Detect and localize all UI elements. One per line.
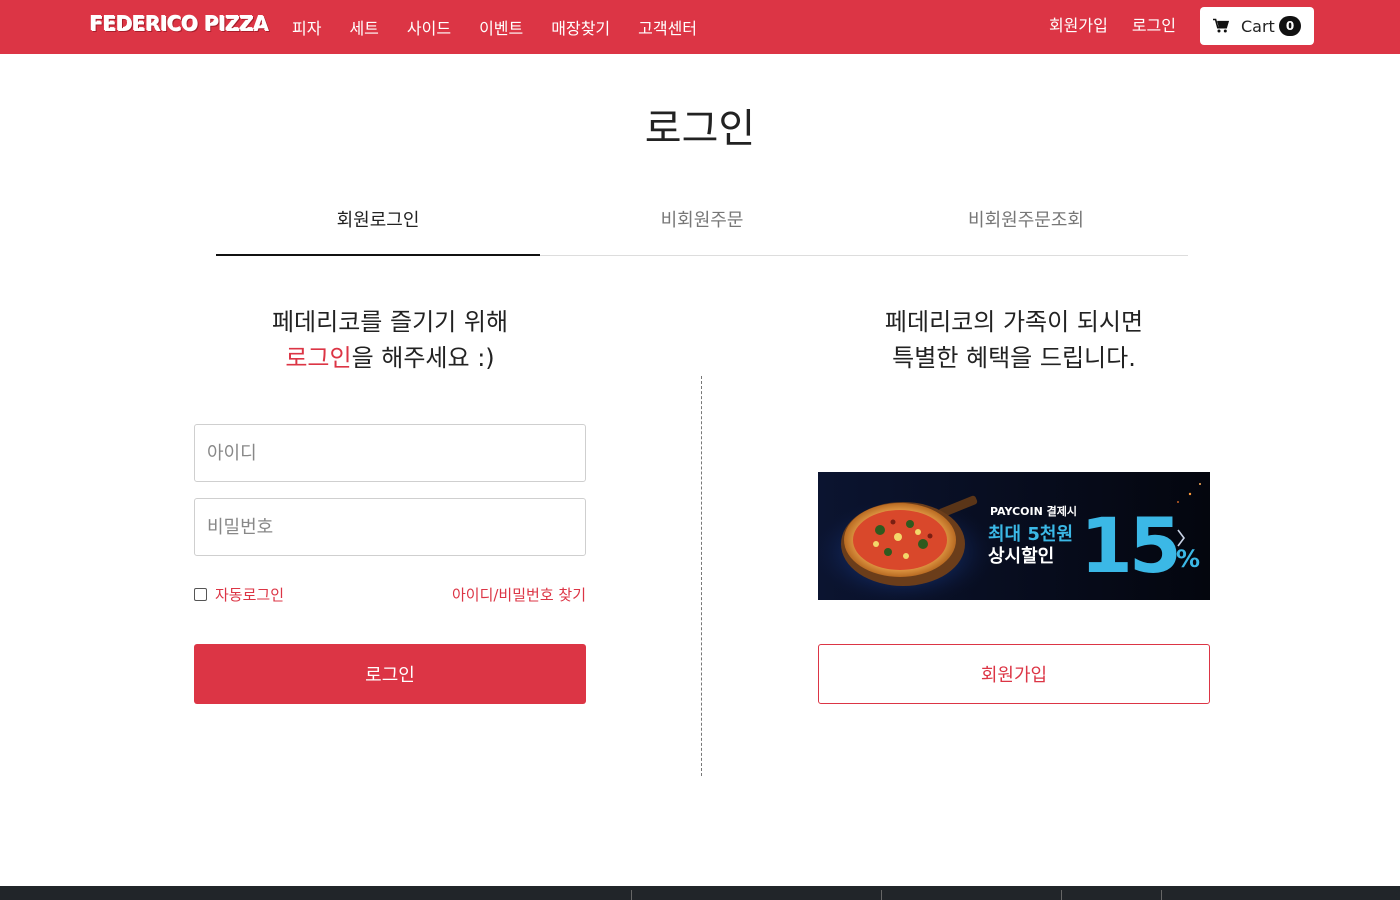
login-options-row: 자동로그인 아이디/비밀번호 찾기 <box>194 583 586 605</box>
top-navbar: FEDERICO PIZZA 피자 세트 사이드 이벤트 매장찾기 고객센터 회… <box>0 0 1400 54</box>
cart-label: Cart <box>1241 16 1275 36</box>
nav-link-customer-center[interactable]: 고객센터 <box>638 15 697 39</box>
page-title: 로그인 <box>644 106 756 152</box>
nav-link-store-finder[interactable]: 매장찾기 <box>551 15 610 39</box>
tab-member-login[interactable]: 회원로그인 <box>216 195 540 256</box>
banner-line2: 최대 5천원 <box>988 524 1073 545</box>
column-divider <box>701 376 702 776</box>
main-nav: 피자 세트 사이드 이벤트 매장찾기 고객센터 <box>292 0 725 54</box>
login-heading-line2-rest: 을 해주세요 :) <box>351 344 495 372</box>
nav-link-set[interactable]: 세트 <box>349 15 378 39</box>
cart-count-badge: 0 <box>1279 16 1301 36</box>
auto-login-option[interactable]: 자동로그인 <box>194 584 284 605</box>
nav-link-event[interactable]: 이벤트 <box>479 15 523 39</box>
tab-guest-order[interactable]: 비회원주문 <box>540 195 864 255</box>
login-button[interactable]: 로그인 <box>194 644 586 704</box>
brand-logo[interactable]: FEDERICO PIZZA <box>90 12 269 36</box>
login-heading-accent: 로그인 <box>285 344 352 372</box>
banner-percent-sign: % <box>1176 545 1200 573</box>
password-input[interactable] <box>194 498 586 556</box>
login-tabs: 회원로그인 비회원주문 비회원주문조회 <box>216 195 1188 256</box>
banner-line1: PAYCOIN 결제시 <box>990 504 1077 518</box>
auto-login-label[interactable]: 자동로그인 <box>215 584 284 605</box>
footer-divider <box>1061 890 1062 900</box>
paycoin-promo-banner[interactable]: PAYCOIN 결제시 최대 5천원 상시할인 15 % <box>818 472 1210 600</box>
nav-signup-link[interactable]: 회원가입 <box>1049 7 1108 45</box>
login-heading: 페데리코를 즐기기 위해 로그인을 해주세요 :) <box>194 304 586 376</box>
signup-button[interactable]: 회원가입 <box>818 644 1210 704</box>
footer-divider <box>1161 890 1162 900</box>
benefits-heading: 페데리코의 가족이 되시면 특별한 혜택을 드립니다. <box>818 304 1210 376</box>
banner-percent-value: 15 <box>1080 501 1178 590</box>
cart-icon <box>1213 18 1229 33</box>
login-heading-line1: 페데리코를 즐기기 위해 <box>271 308 509 336</box>
footer-divider <box>631 890 632 900</box>
nav-login-link[interactable]: 로그인 <box>1132 7 1176 45</box>
login-heading-line2: 로그인을 해주세요 :) <box>194 340 586 376</box>
banner-line3: 상시할인 <box>988 545 1054 567</box>
footer-divider <box>881 890 882 900</box>
cart-button[interactable]: Cart 0 <box>1200 7 1314 45</box>
find-account-link[interactable]: 아이디/비밀번호 찾기 <box>452 584 586 605</box>
promo-banner-graphic: PAYCOIN 결제시 최대 5천원 상시할인 15 % <box>818 472 1210 600</box>
footer <box>0 886 1400 900</box>
username-input[interactable] <box>194 424 586 482</box>
auto-login-checkbox[interactable] <box>194 587 207 601</box>
tab-guest-order-lookup[interactable]: 비회원주문조회 <box>864 195 1188 255</box>
benefits-heading-line2: 특별한 혜택을 드립니다. <box>892 344 1136 372</box>
nav-link-side[interactable]: 사이드 <box>407 15 451 39</box>
benefits-heading-line1: 페데리코의 가족이 되시면 <box>884 308 1144 336</box>
nav-link-pizza[interactable]: 피자 <box>292 15 321 39</box>
nav-right: 회원가입 로그인 Cart 0 <box>1049 7 1314 45</box>
